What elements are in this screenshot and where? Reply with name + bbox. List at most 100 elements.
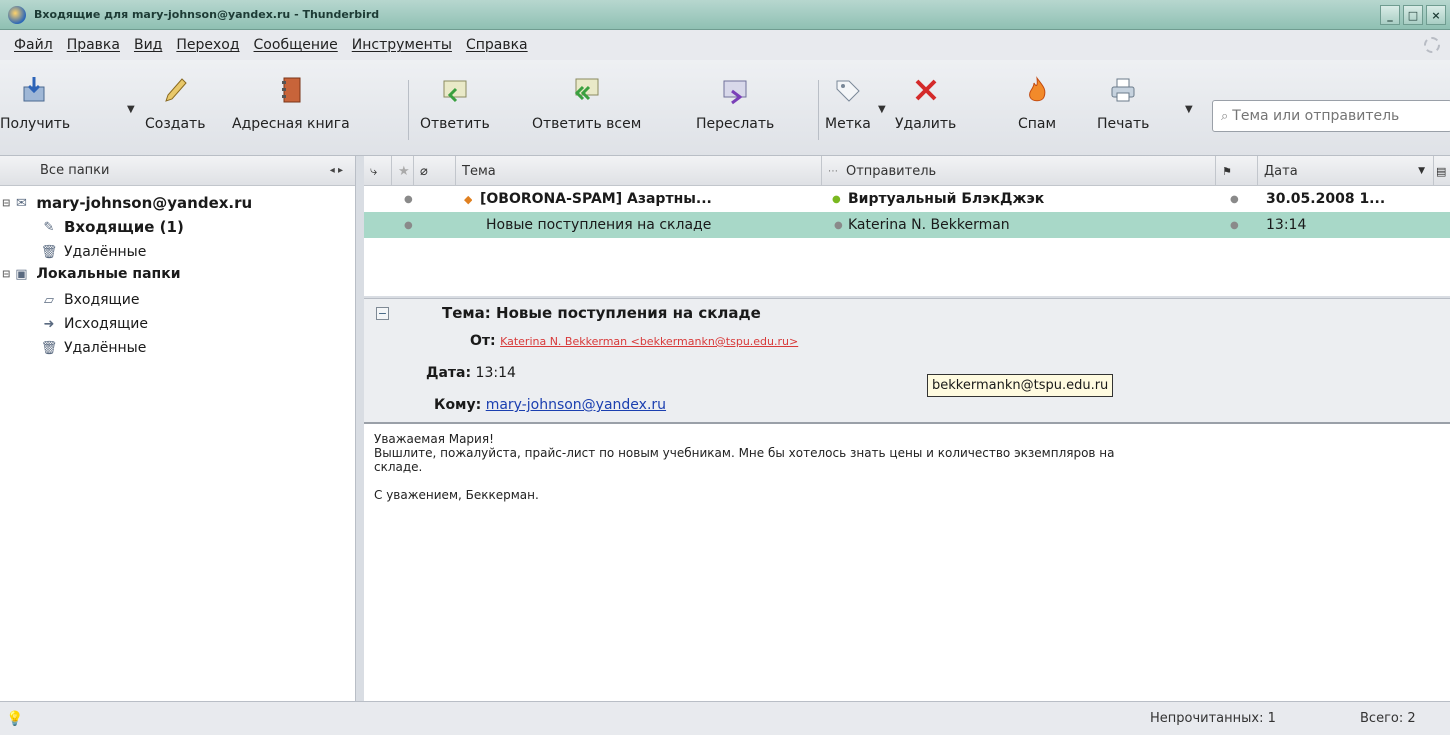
message-date: 30.05.2008 1... <box>1266 191 1386 207</box>
address-book-label: Адресная книга <box>232 116 350 132</box>
table-row-selected[interactable]: ● Новые поступления на складе ● Katerina… <box>364 212 1450 238</box>
message-subject: [OBORONA-SPAM] Азартны... <box>480 191 712 207</box>
folder-local-outbox[interactable]: ➜ Исходящие <box>40 316 148 332</box>
reply-all-button[interactable]: Ответить всем <box>532 74 641 132</box>
collapse-toggle-icon[interactable]: ⊟ <box>2 269 10 280</box>
date-column-label: Дата <box>1264 163 1298 179</box>
thread-column-header: ⤷ ★ ⌀ Тема ⋯ Отправитель ⚑ Дата ▼ ▤ <box>364 156 1450 186</box>
sender-column-header[interactable]: ⋯ Отправитель <box>822 156 1216 186</box>
junk-dot-icon: ● <box>832 193 841 205</box>
spam-button[interactable]: Спам <box>1018 74 1056 132</box>
to-value-link[interactable]: mary-johnson@yandex.ru <box>486 397 666 413</box>
folder-trash[interactable]: 🗑 Удалённые <box>40 244 147 260</box>
header-from: От: Katerina N. Bekkerman <bekkermankn@t… <box>470 333 798 349</box>
quick-search-input[interactable] <box>1232 108 1443 124</box>
menu-help[interactable]: Справка <box>466 37 528 53</box>
tag-label: Метка <box>825 116 871 132</box>
get-mail-dropdown-icon[interactable]: ▼ <box>127 104 135 115</box>
local-folders-row[interactable]: ⊟ ▣ Локальные папки <box>2 266 181 282</box>
folder-local-outbox-label: Исходящие <box>64 316 149 332</box>
folder-pane-header[interactable]: Все папки ◂ ▸ <box>0 156 355 186</box>
lightbulb-icon: 💡 <box>6 710 24 727</box>
menu-bar: Файл Правка Вид Переход Сообщение Инстру… <box>0 30 1450 60</box>
quick-search-box[interactable]: ⌕ <box>1212 100 1450 132</box>
read-column[interactable]: ⚑ <box>1216 156 1258 186</box>
menu-edit[interactable]: Правка <box>67 37 120 53</box>
menu-tools[interactable]: Инструменты <box>352 37 452 53</box>
email-tooltip: bekkermankn@tspu.edu.ru <box>927 374 1114 397</box>
address-book-button[interactable]: Адресная книга <box>232 74 350 132</box>
header-collapse-icon[interactable]: − <box>376 307 389 320</box>
attachment-icon: ⌀ <box>420 163 428 179</box>
compose-button[interactable]: Создать <box>145 74 205 132</box>
collapse-toggle-icon[interactable]: ⊟ <box>2 198 10 209</box>
pane-splitter[interactable] <box>356 156 364 701</box>
thread-column-toggle[interactable]: ⤷ <box>364 156 392 186</box>
menu-message[interactable]: Сообщение <box>254 37 338 53</box>
read-status-icon: ⚑ <box>1222 164 1232 178</box>
folder-local-trash[interactable]: 🗑 Удалённые <box>40 340 147 356</box>
star-icon: ★ <box>398 163 410 179</box>
body-line: Уважаемая Мария! <box>374 432 494 446</box>
folder-local-inbox-label: Входящие <box>64 292 140 308</box>
subject-key: Тема: <box>442 304 491 322</box>
body-line: С уважением, Беккерман. <box>374 488 539 502</box>
folder-view-nav-icon[interactable]: ◂ ▸ <box>330 165 343 176</box>
read-dot-icon: ● <box>404 219 413 231</box>
account-row[interactable]: ⊟ ✉ mary-johnson@yandex.ru <box>2 194 252 212</box>
from-value-link[interactable]: Katerina N. Bekkerman <bekkermankn@tspu.… <box>500 335 798 348</box>
header-date: Дата: 13:14 <box>426 365 516 381</box>
forward-label: Переслать <box>696 116 775 132</box>
message-header: − Тема: Новые поступления на складе От: … <box>364 298 1450 424</box>
sender-column-label: Отправитель <box>846 163 937 179</box>
to-key: Кому: <box>434 397 482 413</box>
tag-dropdown-icon[interactable]: ▼ <box>878 104 886 115</box>
total-count: Всего: 2 <box>1360 711 1416 726</box>
get-mail-label: Получить <box>0 116 71 132</box>
folder-view-label: Все папки <box>40 163 110 178</box>
column-picker[interactable]: ▤ <box>1434 156 1450 186</box>
minimize-button[interactable]: _ <box>1380 5 1400 25</box>
folder-inbox[interactable]: ✎ Входящие (1) <box>40 218 184 236</box>
column-picker-icon: ▤ <box>1436 164 1447 178</box>
print-button[interactable]: Печать <box>1097 74 1149 132</box>
date-column-header[interactable]: Дата ▼ <box>1258 156 1434 186</box>
thread-pane: ⤷ ★ ⌀ Тема ⋯ Отправитель ⚑ Дата ▼ ▤ ● ◆ [O… <box>364 156 1450 296</box>
compose-label: Создать <box>145 116 206 132</box>
reply-all-label: Ответить всем <box>532 116 642 132</box>
tag-button[interactable]: Метка <box>825 74 871 132</box>
status-dot-icon: ● <box>1230 219 1239 231</box>
reply-icon <box>439 74 471 106</box>
toolbar-separator <box>408 80 409 140</box>
print-dropdown-icon[interactable]: ▼ <box>1185 104 1193 115</box>
window-title: Входящие для mary-johnson@yandex.ru - Th… <box>34 8 380 21</box>
title-bar: Входящие для mary-johnson@yandex.ru - Th… <box>0 0 1450 30</box>
junk-status-icon: ⋯ <box>828 165 838 177</box>
activity-throbber-icon <box>1424 37 1440 53</box>
forward-button[interactable]: Переслать <box>696 74 774 132</box>
date-value: 13:14 <box>475 365 516 381</box>
from-key: От: <box>470 333 496 349</box>
get-mail-button[interactable]: Получить <box>0 74 70 132</box>
reply-all-icon <box>571 74 603 106</box>
account-name: mary-johnson@yandex.ru <box>36 194 253 212</box>
star-column[interactable]: ★ <box>392 156 414 186</box>
delete-button[interactable]: Удалить <box>895 74 956 132</box>
table-row[interactable]: ● ◆ [OBORONA-SPAM] Азартны... ● Виртуаль… <box>364 186 1450 212</box>
subject-column-label: Тема <box>462 163 496 179</box>
close-button[interactable]: × <box>1426 5 1446 25</box>
inbox-icon: ▱ <box>44 292 54 308</box>
delete-icon <box>910 74 942 106</box>
menu-go[interactable]: Переход <box>176 37 239 53</box>
junk-dot-icon: ● <box>834 219 843 231</box>
attachment-column[interactable]: ⌀ <box>414 156 456 186</box>
maximize-button[interactable]: □ <box>1403 5 1423 25</box>
subject-column-header[interactable]: Тема <box>456 156 822 186</box>
folder-local-inbox[interactable]: ▱ Входящие <box>40 292 139 308</box>
menu-view[interactable]: Вид <box>134 37 162 53</box>
status-bar: 💡 Непрочитанных: 1 Всего: 2 <box>0 701 1450 735</box>
search-icon: ⌕ <box>1221 108 1229 124</box>
reply-button[interactable]: Ответить <box>420 74 490 132</box>
message-date: 13:14 <box>1266 217 1307 233</box>
menu-file[interactable]: Файл <box>14 37 53 53</box>
